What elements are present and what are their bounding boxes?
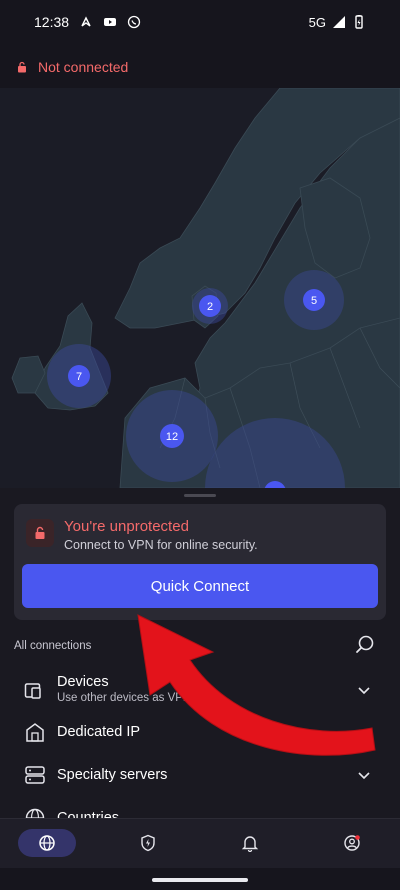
status-bar: 12:38 5G [0, 0, 400, 44]
cluster-marker-baltic[interactable]: 5 [303, 289, 325, 311]
all-connections-header: All connections [14, 640, 92, 652]
nav-profile-button[interactable] [323, 829, 381, 857]
battery-icon [355, 15, 363, 29]
profile-icon [344, 835, 360, 851]
list-item-specialty-servers[interactable]: Specialty servers [0, 755, 400, 795]
devices-icon [24, 683, 41, 699]
map-canvas[interactable]: 2 5 7 12 [0, 88, 400, 488]
chevron-down-icon[interactable] [356, 682, 372, 698]
search-icon[interactable] [354, 634, 376, 656]
list-item-devices[interactable]: Devices Use other devices as VPN s [0, 670, 400, 710]
server-map[interactable]: 2 5 7 12 [0, 88, 400, 488]
server-icon [25, 766, 45, 784]
signal-icon [333, 16, 345, 28]
list-item-countries[interactable]: Countries [0, 798, 400, 818]
cluster-marker-uk[interactable]: 7 [68, 365, 90, 387]
network-type: 5G [308, 14, 326, 30]
list-item-dedicated-ip[interactable]: Dedicated IP [0, 712, 400, 752]
nav-notifications-button[interactable] [221, 829, 279, 857]
specialty-servers-label: Specialty servers [57, 767, 168, 783]
chevron-down-icon[interactable] [356, 724, 372, 740]
connection-status-label: Not connected [38, 59, 129, 75]
viber-icon [127, 15, 141, 29]
chevron-down-icon[interactable] [356, 767, 372, 783]
unlocked-icon [26, 519, 54, 547]
sheet-drag-handle[interactable] [184, 494, 216, 497]
devices-label: Devices [57, 674, 109, 690]
nav-threat-protection-button[interactable] [119, 829, 177, 857]
home-ip-icon [26, 723, 44, 742]
lock-icon [18, 61, 26, 73]
countries-label: Countries [57, 810, 120, 818]
dedicated-ip-label: Dedicated IP [57, 724, 141, 740]
svg-text:12: 12 [166, 431, 178, 443]
bell-icon [241, 836, 259, 852]
bottom-sheet: You're unprotected Connect to VPN for on… [0, 488, 400, 818]
gesture-bar[interactable] [152, 878, 248, 882]
connection-status-bar: Not connected [0, 44, 400, 90]
cluster-marker-denmark[interactable]: 2 [199, 295, 221, 317]
protection-status-card: You're unprotected Connect to VPN for on… [14, 504, 386, 620]
shield-bolt-icon [141, 834, 155, 852]
svg-text:2: 2 [207, 301, 213, 313]
quick-connect-button[interactable]: Quick Connect [22, 564, 378, 608]
globe-icon [39, 835, 55, 851]
globe-icon [25, 808, 45, 818]
clock: 12:38 [34, 14, 70, 30]
nav-map-button[interactable] [18, 829, 76, 857]
devices-sublabel: Use other devices as VPN s [57, 692, 201, 704]
nav-arrow-icon [81, 16, 91, 27]
protection-title: You're unprotected [64, 518, 189, 535]
protection-subtitle: Connect to VPN for online security. [64, 538, 258, 552]
cluster-marker-central[interactable]: 12 [160, 424, 184, 448]
svg-text:5: 5 [311, 295, 317, 307]
svg-text:7: 7 [76, 371, 82, 383]
youtube-icon [104, 18, 117, 26]
bottom-navigation [0, 818, 400, 868]
